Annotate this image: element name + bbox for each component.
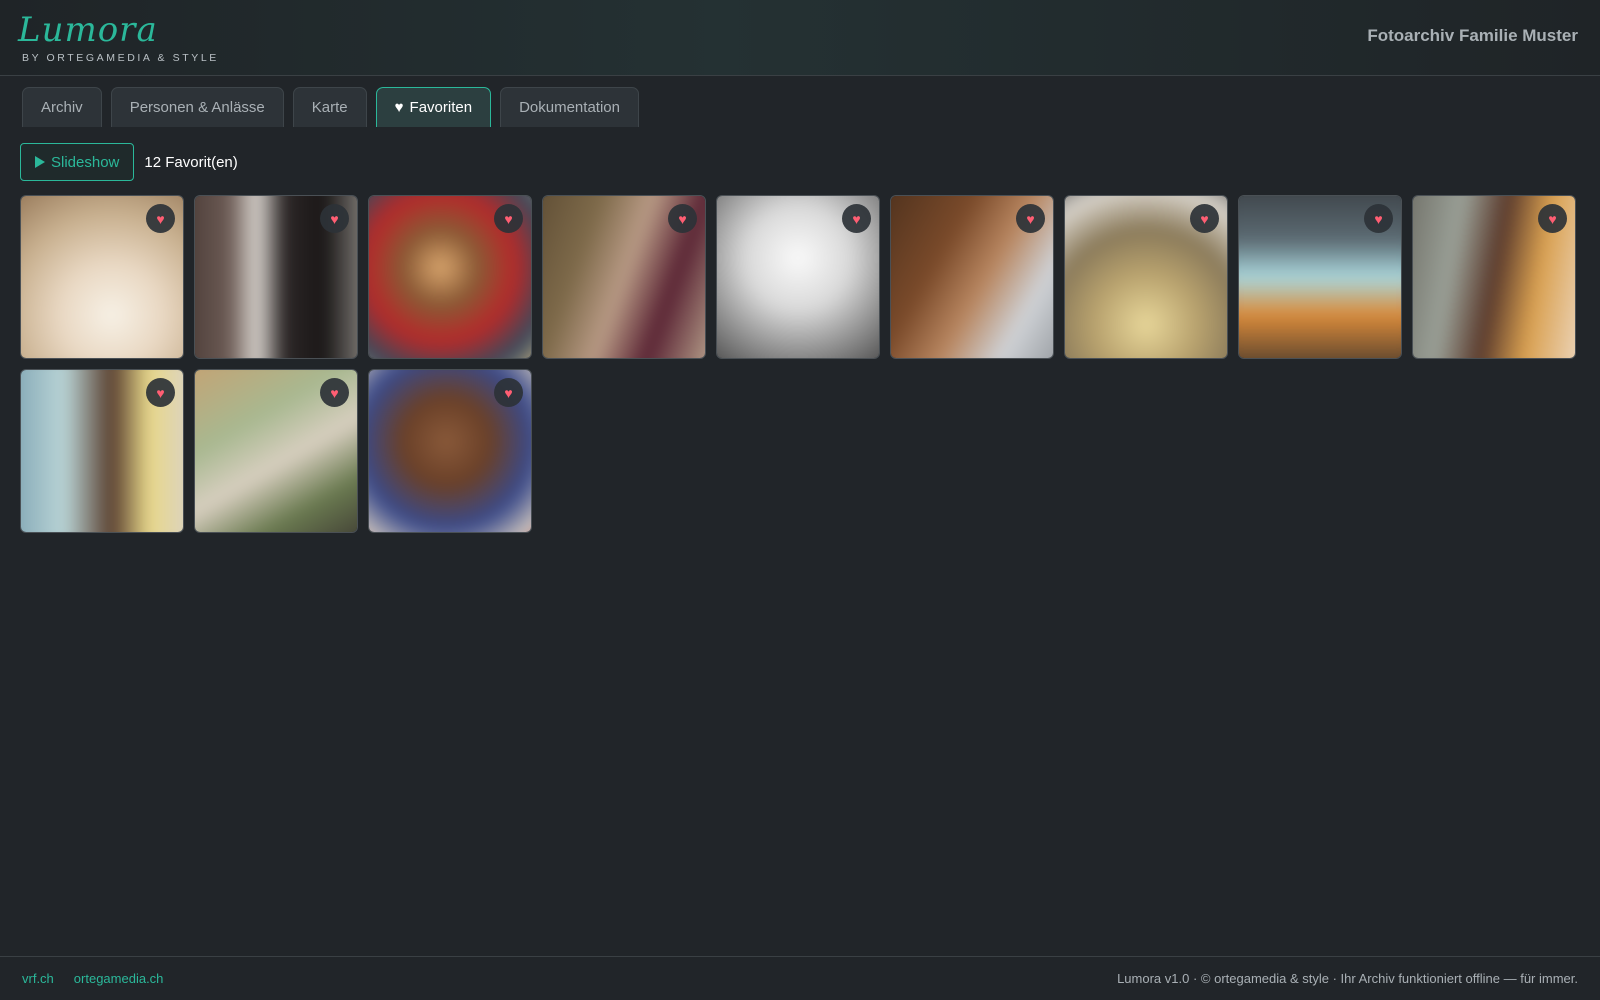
favorite-heart-icon[interactable]: ♥ [842,204,871,233]
photo-tile[interactable]: ♥ [542,195,706,359]
favorites-toolbar: Slideshow 12 Favorit(en) [20,143,238,181]
tab-label: Favoriten [409,99,473,116]
favorite-heart-icon[interactable]: ♥ [146,378,175,407]
favorite-heart-icon[interactable]: ♥ [320,204,349,233]
slideshow-button[interactable]: Slideshow [20,143,135,181]
photo-tile[interactable]: ♥ [716,195,880,359]
favorite-heart-icon[interactable]: ♥ [146,204,175,233]
photo-tile[interactable]: ♥ [20,369,184,533]
favorites-grid: ♥ ♥ ♥ ♥ ♥ ♥ ♥ ♥ ♥ ♥ ♥ ♥ [20,195,1582,533]
favorite-heart-icon[interactable]: ♥ [494,378,523,407]
tab-karte[interactable]: Karte [292,87,367,127]
tab-personen-anlaesse[interactable]: Personen & Anlässe [110,87,284,127]
tab-favoriten[interactable]: ♥ Favoriten [375,87,492,127]
app-footer: vrf.ch ortegamedia.ch Lumora v1.0 · © or… [0,956,1600,1000]
tab-label: Dokumentation [519,99,620,116]
tab-label: Karte [311,99,348,116]
favorite-heart-icon[interactable]: ♥ [1364,204,1393,233]
favorite-heart-icon[interactable]: ♥ [320,378,349,407]
tab-label: Archiv [41,99,83,116]
photo-tile[interactable]: ♥ [1412,195,1576,359]
footer-copyright: Lumora v1.0 · © ortegamedia & style · Ih… [1117,971,1578,986]
footer-link-ortegamedia[interactable]: ortegamedia.ch [74,971,164,986]
logo: Lumora [18,10,158,50]
footer-links: vrf.ch ortegamedia.ch [22,971,163,986]
archive-title: Fotoarchiv Familie Muster [1367,26,1578,45]
favorite-heart-icon[interactable]: ♥ [494,204,523,233]
tab-label: Personen & Anlässe [129,99,265,116]
favorite-heart-icon[interactable]: ♥ [668,204,697,233]
favorites-count: 12 Favorit(en) [144,153,238,171]
main-tabs: Archiv Personen & Anlässe Karte ♥ Favori… [22,87,639,127]
photo-tile[interactable]: ♥ [1064,195,1228,359]
photo-tile[interactable]: ♥ [194,369,358,533]
tab-archiv[interactable]: Archiv [22,87,102,127]
slideshow-label: Slideshow [51,153,120,171]
footer-link-vrf[interactable]: vrf.ch [22,971,54,986]
favorite-heart-icon[interactable]: ♥ [1016,204,1045,233]
photo-tile[interactable]: ♥ [1238,195,1402,359]
play-icon [35,156,45,168]
photo-tile[interactable]: ♥ [368,369,532,533]
logo-subtitle: BY ORTEGAMEDIA & STYLE [22,52,219,64]
tab-dokumentation[interactable]: Dokumentation [500,87,639,127]
heart-icon: ♥ [394,99,404,116]
photo-tile[interactable]: ♥ [20,195,184,359]
favorite-heart-icon[interactable]: ♥ [1190,204,1219,233]
photo-tile[interactable]: ♥ [890,195,1054,359]
photo-tile[interactable]: ♥ [194,195,358,359]
photo-tile[interactable]: ♥ [368,195,532,359]
app-header: Lumora BY ORTEGAMEDIA & STYLE Fotoarchiv… [0,0,1600,76]
favorite-heart-icon[interactable]: ♥ [1538,204,1567,233]
